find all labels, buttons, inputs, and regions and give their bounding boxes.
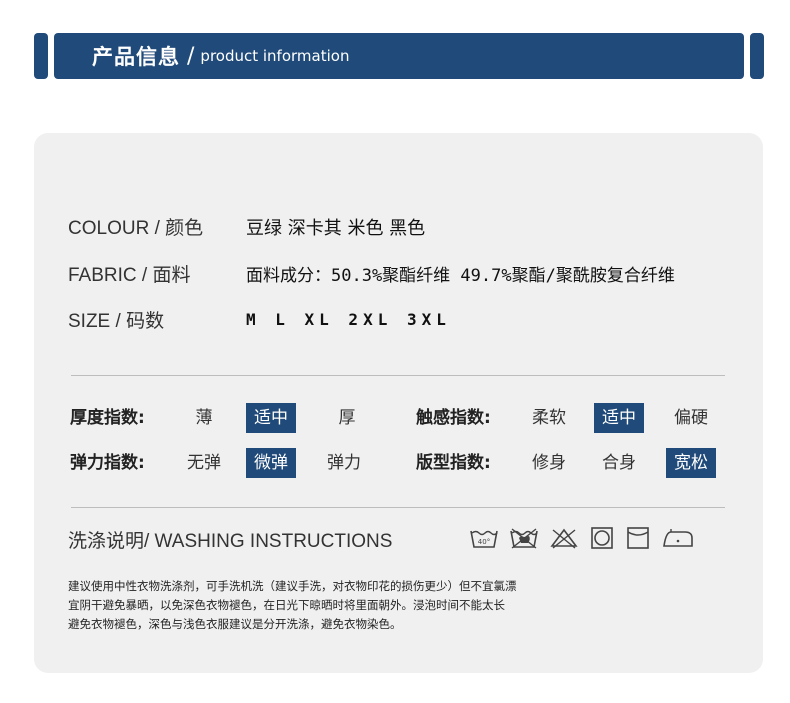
fit-option-loose: 宽松: [666, 448, 716, 478]
elasticity-option-none: 无弹: [187, 453, 221, 473]
touch-option-medium: 适中: [594, 403, 644, 433]
size-value: M L XL 2XL 3XL: [246, 310, 451, 329]
header-title-en: product information: [200, 47, 350, 65]
wash-40-icon: 40°: [470, 530, 498, 548]
section-header: 产品信息 / product information: [34, 33, 764, 79]
colour-value: 豆绿 深卡其 米色 黑色: [246, 217, 426, 239]
washing-title: 洗涤说明/ WASHING INSTRUCTIONS: [68, 531, 393, 552]
index-row-1: 厚度指数: 薄 适中 厚 触感指数: 柔软 适中 偏硬: [34, 401, 763, 435]
washing-note-line: 避免衣物褪色，深色与浅色衣服建议是分开洗涤，避免衣物染色。: [68, 617, 402, 631]
touch-option-soft: 柔软: [532, 408, 566, 428]
touch-label: 触感指数:: [416, 408, 491, 428]
header-left-cap: [34, 33, 48, 79]
care-icons: 40°: [469, 526, 695, 550]
divider-bottom: [71, 507, 725, 508]
thickness-option-thick: 厚: [338, 408, 356, 428]
header-separator: /: [187, 43, 195, 69]
thickness-label: 厚度指数:: [70, 408, 145, 428]
fabric-row: FABRIC / 面料 面料成分：50.3%聚酯纤维 49.7%聚酯/聚酰胺复合…: [68, 260, 675, 287]
wash-temp-text: 40°: [478, 538, 490, 546]
no-hand-wash-icon: [510, 528, 538, 549]
colour-label: COLOUR / 颜色: [68, 218, 204, 239]
index-row-2: 弹力指数: 无弹 微弹 弹力 版型指数: 修身 合身 宽松: [34, 446, 763, 480]
touch-option-hard: 偏硬: [674, 408, 708, 428]
fabric-label: FABRIC / 面料: [68, 265, 191, 286]
elasticity-option-slight: 微弹: [246, 448, 296, 478]
thickness-option-thin: 薄: [195, 408, 213, 428]
fit-label: 版型指数:: [416, 453, 491, 473]
product-info-panel: COLOUR / 颜色 豆绿 深卡其 米色 黑色 FABRIC / 面料 面料成…: [34, 133, 763, 673]
size-label: SIZE / 码数: [68, 311, 165, 332]
size-row: SIZE / 码数 M L XL 2XL 3XL: [68, 306, 451, 333]
divider-top: [71, 375, 725, 376]
fabric-value: 面料成分：50.3%聚酯纤维 49.7%聚酯/聚酰胺复合纤维: [246, 266, 675, 286]
elasticity-label: 弹力指数:: [70, 453, 145, 473]
fit-option-slim: 修身: [532, 453, 566, 473]
fit-option-regular: 合身: [602, 453, 636, 473]
washing-note-line: 建议使用中性衣物洗涤剂，可手洗机洗（建议手洗，对衣物印花的损伤更少）但不宜氯漂: [68, 579, 517, 593]
header-bar: 产品信息 / product information: [54, 33, 744, 79]
washing-note: 建议使用中性衣物洗涤剂，可手洗机洗（建议手洗，对衣物印花的损伤更少）但不宜氯漂 …: [68, 577, 517, 634]
elasticity-option-stretch: 弹力: [327, 453, 361, 473]
header-right-cap: [750, 33, 764, 79]
tumble-dry-icon: [591, 527, 613, 549]
no-bleach-icon: [550, 528, 578, 549]
thickness-option-medium: 适中: [246, 403, 296, 433]
iron-icon: [663, 529, 693, 547]
washing-note-line: 宜阴干避免暴晒，以免深色衣物褪色，在日光下晾晒时将里面朝外。浸泡时间不能太长: [68, 598, 505, 612]
colour-row: COLOUR / 颜色 豆绿 深卡其 米色 黑色: [68, 213, 425, 240]
hang-dry-icon: [627, 527, 649, 549]
header-title-cn: 产品信息: [92, 45, 180, 69]
